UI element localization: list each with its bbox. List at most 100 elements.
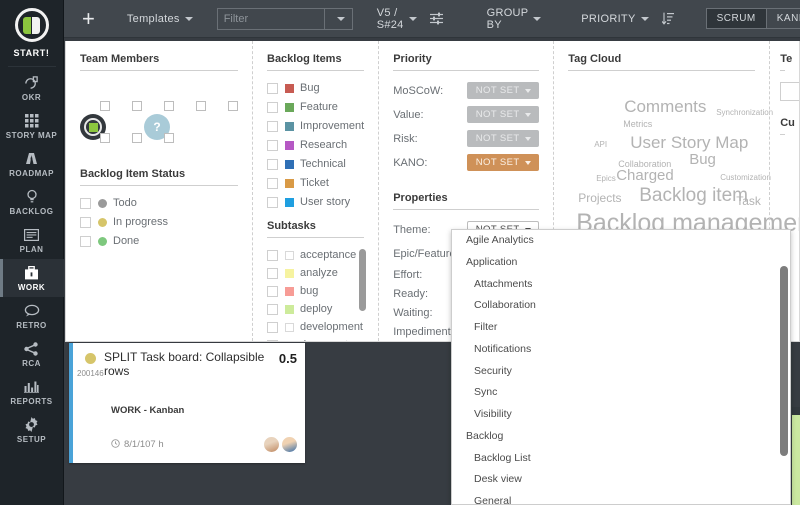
avatar[interactable] xyxy=(176,82,206,111)
checkbox[interactable] xyxy=(267,267,278,279)
menu-item[interactable]: Application xyxy=(452,252,790,274)
item-filter-ticket[interactable]: Ticket xyxy=(267,177,364,189)
checkbox[interactable] xyxy=(267,285,278,297)
checkbox[interactable] xyxy=(80,197,91,209)
subtask-filter-analyze[interactable]: analyze xyxy=(267,267,364,279)
tag-cloud-item[interactable]: Epics xyxy=(596,175,616,183)
kano-dropdown[interactable]: NOT SET xyxy=(467,154,540,171)
sidebar-item-setup[interactable]: SETUP xyxy=(0,411,64,449)
avatar-unassigned[interactable]: ? xyxy=(144,114,174,143)
checkbox[interactable] xyxy=(267,139,278,151)
menu-item[interactable]: General xyxy=(452,491,790,504)
menu-item[interactable]: Sync xyxy=(452,382,790,404)
priority-dropdown[interactable]: PRIORITY xyxy=(567,0,691,38)
avatar-checkbox[interactable] xyxy=(196,101,206,111)
avatar-checkbox[interactable] xyxy=(132,133,142,143)
scrollbar-thumb[interactable] xyxy=(359,249,367,311)
item-filter-research[interactable]: Research xyxy=(267,139,364,151)
tag-cloud-item[interactable]: Charged xyxy=(616,168,674,183)
tag-cloud-item[interactable]: Metrics xyxy=(623,120,652,129)
checkbox[interactable] xyxy=(267,120,278,132)
item-filter-user-story[interactable]: User story xyxy=(267,196,364,208)
checkbox[interactable] xyxy=(267,249,278,261)
sidebar-item-okr[interactable]: OKR xyxy=(0,69,64,107)
tab-scrum[interactable]: SCRUM xyxy=(706,9,766,28)
avatar-checkbox[interactable] xyxy=(100,101,110,111)
tag-cloud-item[interactable]: Comments xyxy=(624,98,706,115)
item-filter-feature[interactable]: Feature xyxy=(267,101,364,113)
checkbox[interactable] xyxy=(80,216,91,228)
checkbox[interactable] xyxy=(267,303,278,315)
subtask-filter-deploy[interactable]: deploy xyxy=(267,303,364,315)
tab-kanban[interactable]: KANBAN xyxy=(765,9,800,28)
tag-cloud-item[interactable]: API xyxy=(594,141,607,149)
tag-cloud-item[interactable]: Synchronization xyxy=(716,109,773,117)
avatar[interactable] xyxy=(144,82,174,111)
menu-item[interactable]: Notifications xyxy=(452,339,790,361)
templates-dropdown[interactable]: Templates xyxy=(113,0,207,38)
filter-input[interactable] xyxy=(216,7,325,30)
status-filter-in-progress[interactable]: In progress xyxy=(80,216,238,228)
menu-item[interactable]: Visibility xyxy=(452,404,790,426)
menu-item[interactable]: Attachments xyxy=(452,274,790,296)
checkbox[interactable] xyxy=(267,158,278,170)
avatar[interactable] xyxy=(80,114,110,143)
sort-asc-icon[interactable] xyxy=(658,12,678,25)
sidebar-item-backlog[interactable]: BACKLOG xyxy=(0,183,64,221)
checkbox[interactable] xyxy=(267,177,278,189)
risk-dropdown[interactable]: NOT SET xyxy=(467,130,540,147)
checkbox[interactable] xyxy=(267,339,278,341)
menu-scrollbar[interactable] xyxy=(780,266,788,496)
checkbox[interactable] xyxy=(80,235,91,247)
avatar[interactable] xyxy=(208,82,238,111)
status-filter-done[interactable]: Done xyxy=(80,235,238,247)
sidebar-item-work[interactable]: WORK xyxy=(0,259,64,297)
subtask-filter-document[interactable]: document xyxy=(267,339,364,341)
sidebar-item-plan[interactable]: PLAN xyxy=(0,221,64,259)
menu-item[interactable]: Filter xyxy=(452,317,790,339)
subtask-filter-bug[interactable]: bug xyxy=(267,285,364,297)
item-filter-bug[interactable]: Bug xyxy=(267,82,364,94)
checkbox[interactable] xyxy=(267,101,278,113)
filter-dropdown-button[interactable] xyxy=(324,7,353,30)
tag-cloud-item[interactable]: Bug xyxy=(689,152,716,167)
tag-cloud-item[interactable]: Customization xyxy=(720,174,771,182)
subtask-filter-acceptance[interactable]: acceptance xyxy=(267,249,364,261)
sidebar-item-retro[interactable]: RETRO xyxy=(0,297,64,335)
menu-item[interactable]: Desk view xyxy=(452,469,790,491)
moscow-dropdown[interactable]: NOT SET xyxy=(467,82,540,99)
scrollbar-thumb[interactable] xyxy=(780,266,788,456)
tag-cloud-item[interactable]: Backlog item xyxy=(639,186,748,205)
avatar-checkbox[interactable] xyxy=(228,101,238,111)
sidebar-item-roadmap[interactable]: ROADMAP xyxy=(0,145,64,183)
sidebar-item-rca[interactable]: RCA xyxy=(0,335,64,373)
group-by-dropdown[interactable]: GROUP BY xyxy=(461,0,568,38)
menu-item[interactable]: Security xyxy=(452,361,790,383)
avatar[interactable] xyxy=(112,82,142,111)
avatar-checkbox[interactable] xyxy=(164,101,174,111)
sidebar-item-reports[interactable]: REPORTS xyxy=(0,373,64,411)
subtask-filter-development[interactable]: development xyxy=(267,321,364,333)
subtasks-scrollbar[interactable] xyxy=(359,249,367,341)
menu-item[interactable]: Agile Analytics xyxy=(452,230,790,252)
avatar[interactable] xyxy=(80,82,110,111)
sprint-selector[interactable]: V5 / S#24 xyxy=(363,0,461,38)
checkbox[interactable] xyxy=(267,321,278,333)
board-card[interactable]: SPLIT Task board: Collapsible rows 0.5 2… xyxy=(69,343,305,463)
avatar-checkbox[interactable] xyxy=(132,101,142,111)
status-filter-todo[interactable]: Todo xyxy=(80,197,238,209)
avatar-checkbox[interactable] xyxy=(164,133,174,143)
stub-input[interactable] xyxy=(780,82,799,101)
sliders-icon[interactable] xyxy=(426,12,447,25)
item-filter-technical[interactable]: Technical xyxy=(267,158,364,170)
add-button[interactable]: + xyxy=(64,7,113,30)
tag-cloud-item[interactable]: Task xyxy=(736,195,761,207)
tag-cloud-item[interactable]: Projects xyxy=(578,192,621,204)
avatar-checkbox[interactable] xyxy=(100,133,110,143)
avatar[interactable] xyxy=(112,114,142,143)
tag-cloud-item[interactable]: User Story Map xyxy=(630,134,748,151)
checkbox[interactable] xyxy=(267,82,278,94)
menu-item[interactable]: Backlog xyxy=(452,426,790,448)
menu-item[interactable]: Backlog List xyxy=(452,448,790,470)
checkbox[interactable] xyxy=(267,196,278,208)
